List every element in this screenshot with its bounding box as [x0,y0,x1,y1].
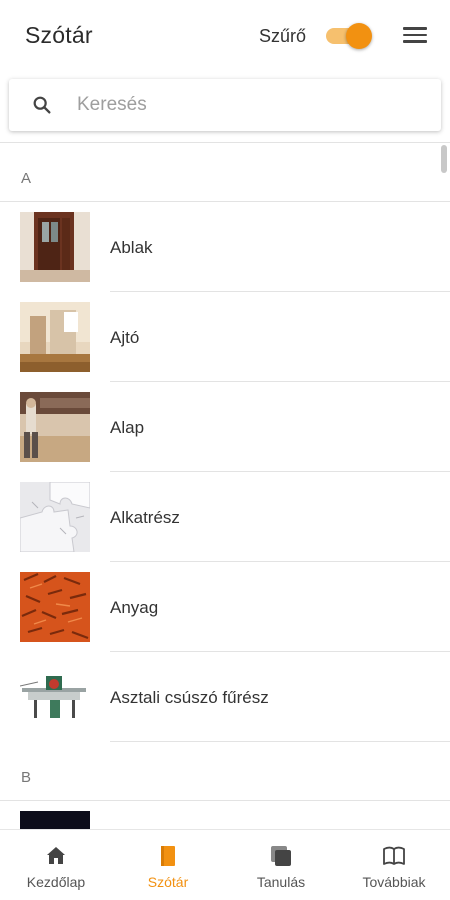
nav-label: Kezdőlap [26,874,86,890]
section-header-a: A [0,143,450,201]
list-item-label: Alap [110,418,145,437]
learning-icon [271,846,291,866]
app-header: Szótár Szűrő [0,0,450,72]
list-item[interactable] [0,801,450,830]
nav-item-dictionary[interactable]: Szótár [112,830,224,900]
list-item-label: Ajtó [110,328,140,347]
list-item[interactable]: Ajtó [0,292,450,382]
search-bar [9,79,441,131]
search-icon [33,96,51,114]
bottom-navigation: Kezdőlap Szótár Tanulás Továbbiak [0,829,450,900]
nav-label: Szótár [147,874,189,890]
filter-toggle[interactable] [324,23,372,49]
list-item[interactable]: Ablak [0,202,450,292]
puzzle-image [20,482,90,552]
section-letter: B [21,769,32,786]
filter-label: Szűrő [259,26,307,46]
section-letter: A [21,170,32,187]
table-saw-image [20,662,90,732]
list-item-label: Anyag [110,598,159,617]
search-input[interactable] [77,87,417,123]
list-item-label: Alkatrész [110,508,180,527]
nav-item-more[interactable]: Továbbiak [338,830,450,900]
filter-toggle-thumb [346,23,372,49]
material-image [20,572,90,642]
dictionary-icon [161,846,175,866]
page-title: Szótár [25,22,93,48]
nav-item-learning[interactable]: Tanulás [225,830,337,900]
window-image [20,212,90,282]
list-item[interactable]: Asztali csúszó fűrész [0,652,450,742]
list-item[interactable]: Anyag [0,562,450,652]
book-icon [383,846,405,865]
scrollbar[interactable] [441,145,447,173]
nav-item-home[interactable]: Kezdőlap [0,830,112,900]
section-header-b: B [0,742,450,800]
word-list[interactable]: A Ablak Ajtó Alap Alkatrész Anyag Asztal… [0,143,450,830]
door-image [20,302,90,372]
home-icon [47,847,65,864]
nav-label: Továbbiak [362,874,426,890]
foundation-image [20,392,90,462]
menu-icon[interactable] [403,25,427,45]
list-item[interactable]: Alkatrész [0,472,450,562]
item-image [20,811,90,830]
list-item[interactable]: Alap [0,382,450,472]
nav-label: Tanulás [256,874,306,890]
list-item-label: Asztali csúszó fűrész [110,688,269,707]
list-item-label: Ablak [110,238,153,257]
